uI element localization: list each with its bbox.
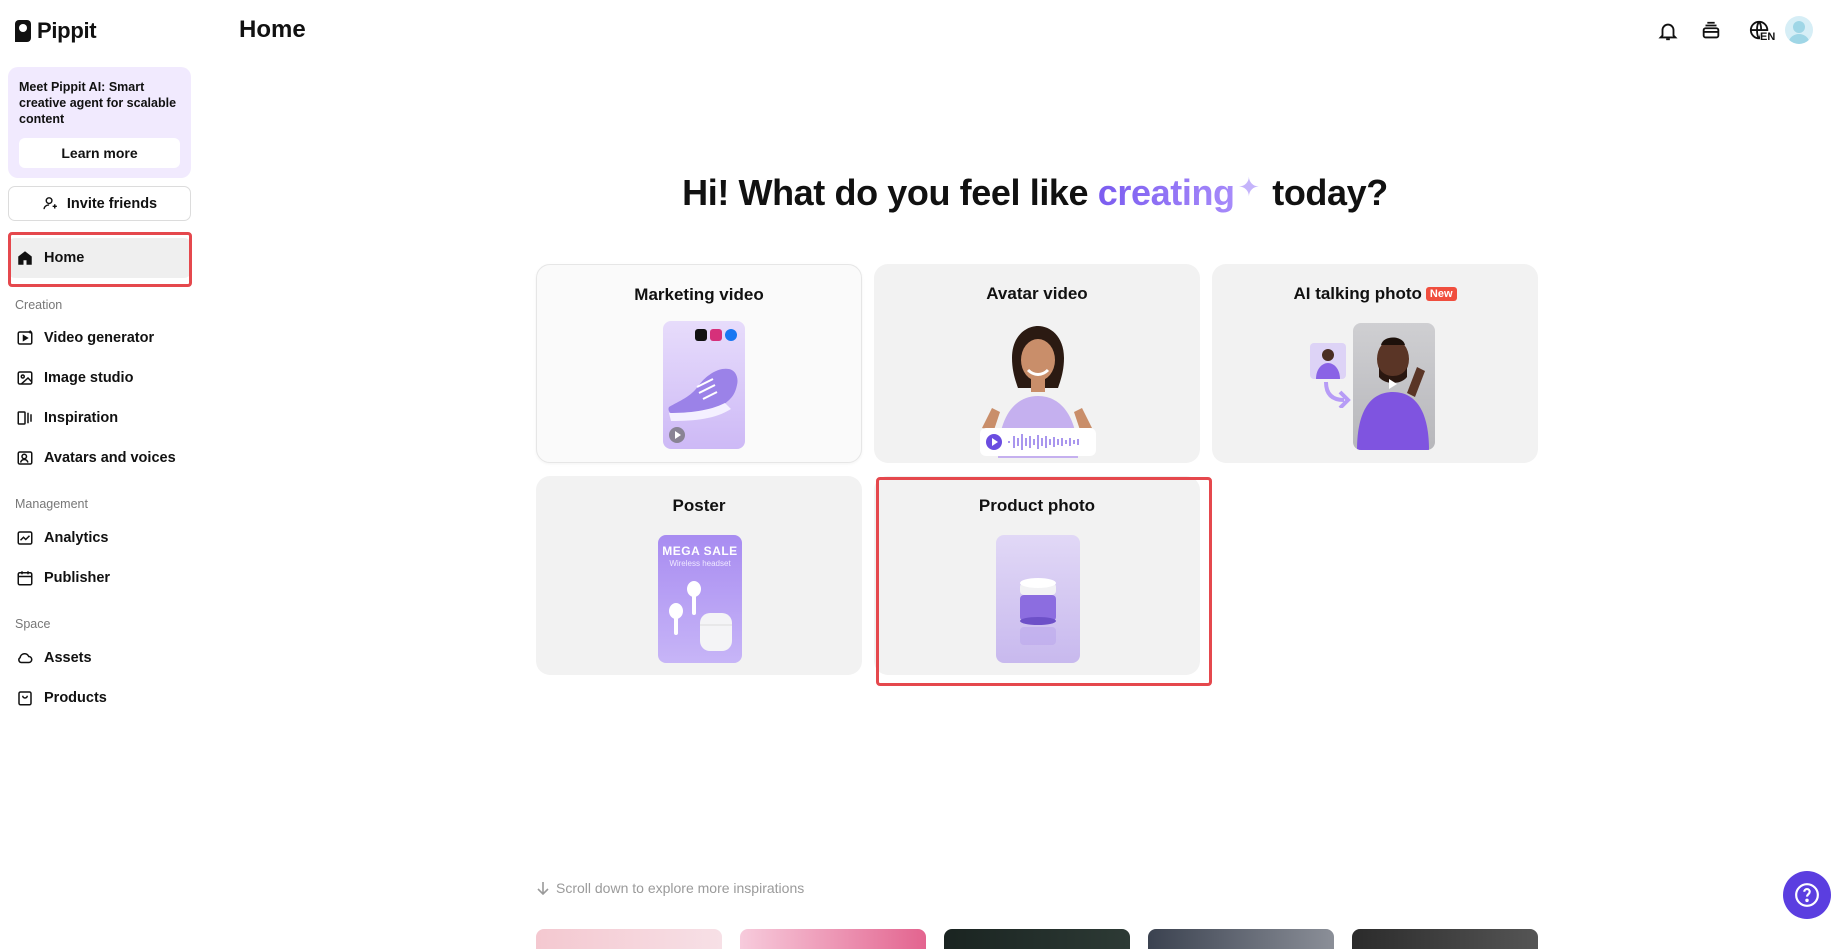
help-button[interactable] [1783, 871, 1831, 919]
inspiration-icon [17, 411, 32, 425]
sidebar-item-label: Video generator [44, 330, 155, 346]
product-photo-highlight-box [876, 477, 1212, 686]
sidebar-item-label: Products [44, 690, 107, 706]
card-title: AI talking photo New [1212, 284, 1538, 304]
card-title-text: AI talking photo [1293, 284, 1422, 303]
source-photo-illustration [1316, 349, 1340, 379]
headline-suffix: today? [1272, 172, 1388, 213]
home-highlight-box [8, 232, 192, 287]
marketing-video-thumbnail [663, 321, 745, 449]
card-poster[interactable]: Poster MEGA SALE Wireless headset [536, 476, 862, 675]
user-avatar-icon [1788, 21, 1810, 44]
calendar-icon [17, 571, 33, 586]
sidebar-item-publisher[interactable]: Publisher [8, 558, 191, 598]
sidebar-item-inspiration[interactable]: Inspiration [8, 398, 191, 438]
earbuds-illustration [669, 581, 732, 651]
notifications-button[interactable] [1653, 16, 1683, 46]
section-label-management: Management [15, 497, 88, 511]
sparkle-icon: ✦ [1237, 172, 1260, 202]
sidebar-item-label: Assets [44, 650, 92, 666]
inspiration-thumbnail[interactable] [1352, 929, 1538, 949]
card-ai-talking-photo[interactable]: AI talking photo New [1212, 264, 1538, 463]
sidebar-item-label: Avatars and voices [44, 450, 176, 466]
arrow-down-icon [537, 882, 549, 895]
new-badge: New [1425, 287, 1457, 301]
card-title: Poster [672, 496, 726, 515]
language-button[interactable]: EN [1742, 16, 1778, 46]
card-title: Marketing video [634, 285, 764, 304]
talking-photo-thumbnail [1353, 323, 1435, 450]
subscription-button[interactable] [1696, 16, 1726, 46]
avatar-woman-illustration [980, 326, 1096, 458]
sidebar-item-video-generator[interactable]: Video generator [8, 318, 191, 358]
sidebar-item-label: Publisher [44, 570, 111, 586]
source-photo-thumbnail [1310, 343, 1346, 379]
image-studio-icon [17, 371, 33, 385]
sidebar-item-image-studio[interactable]: Image studio [8, 358, 191, 398]
shopping-bag-icon [18, 691, 32, 706]
headline-prefix: Hi! What do you feel like [682, 172, 1089, 213]
card-avatar-video[interactable]: Avatar video [874, 264, 1200, 463]
sidebar-item-label: Image studio [44, 370, 134, 386]
poster-thumbnail: MEGA SALE Wireless headset [658, 535, 742, 663]
headline-accent: creating [1097, 172, 1235, 213]
section-label-creation: Creation [15, 298, 63, 312]
cloud-icon [18, 652, 33, 664]
scroll-hint-text: Scroll down to explore more inspirations [556, 880, 805, 896]
sidebar-item-analytics[interactable]: Analytics [8, 518, 191, 558]
card-title: Avatar video [986, 284, 1088, 303]
video-generator-icon [17, 330, 33, 345]
app-logo[interactable]: Pippit [15, 18, 97, 44]
arrow-icon [1324, 381, 1351, 408]
bell-icon [1658, 23, 1678, 41]
sneaker-illustration [668, 329, 738, 443]
layers-icon [1702, 21, 1720, 39]
sidebar-item-label: Inspiration [44, 410, 119, 426]
sidebar-item-label: Analytics [44, 530, 109, 546]
user-avatar[interactable] [1785, 16, 1813, 44]
promo-text: Meet Pippit AI: Smart creative agent for… [19, 80, 177, 126]
avatar-icon [17, 451, 33, 465]
language-label: EN [1760, 31, 1776, 43]
question-icon [1795, 883, 1819, 907]
sidebar-item-assets[interactable]: Assets [8, 638, 191, 678]
sidebar-item-products[interactable]: Products [8, 678, 191, 718]
inspiration-thumbnail[interactable] [536, 929, 722, 949]
headline: Hi! What do you feel like creating ✦ toda… [0, 172, 1840, 214]
inspiration-thumbnail[interactable] [740, 929, 926, 949]
card-marketing-video[interactable]: Marketing video [536, 264, 862, 463]
inspiration-thumbnail[interactable] [1148, 929, 1334, 949]
section-label-space: Space [15, 617, 51, 631]
pippit-logo-icon [15, 20, 31, 42]
scroll-hint: Scroll down to explore more inspirations [536, 880, 804, 896]
promo-banner: Meet Pippit AI: Smart creative agent for… [8, 67, 191, 178]
learn-more-button[interactable]: Learn more [19, 138, 180, 168]
page-title: Home [239, 16, 306, 43]
analytics-icon [17, 531, 33, 545]
app-name: Pippit [37, 18, 97, 43]
inspiration-thumbnail[interactable] [944, 929, 1130, 949]
talking-man-illustration [1357, 337, 1429, 450]
sidebar: Pippit Meet Pippit AI: Smart creative ag… [0, 0, 200, 941]
sidebar-item-avatars-and-voices[interactable]: Avatars and voices [8, 438, 191, 478]
